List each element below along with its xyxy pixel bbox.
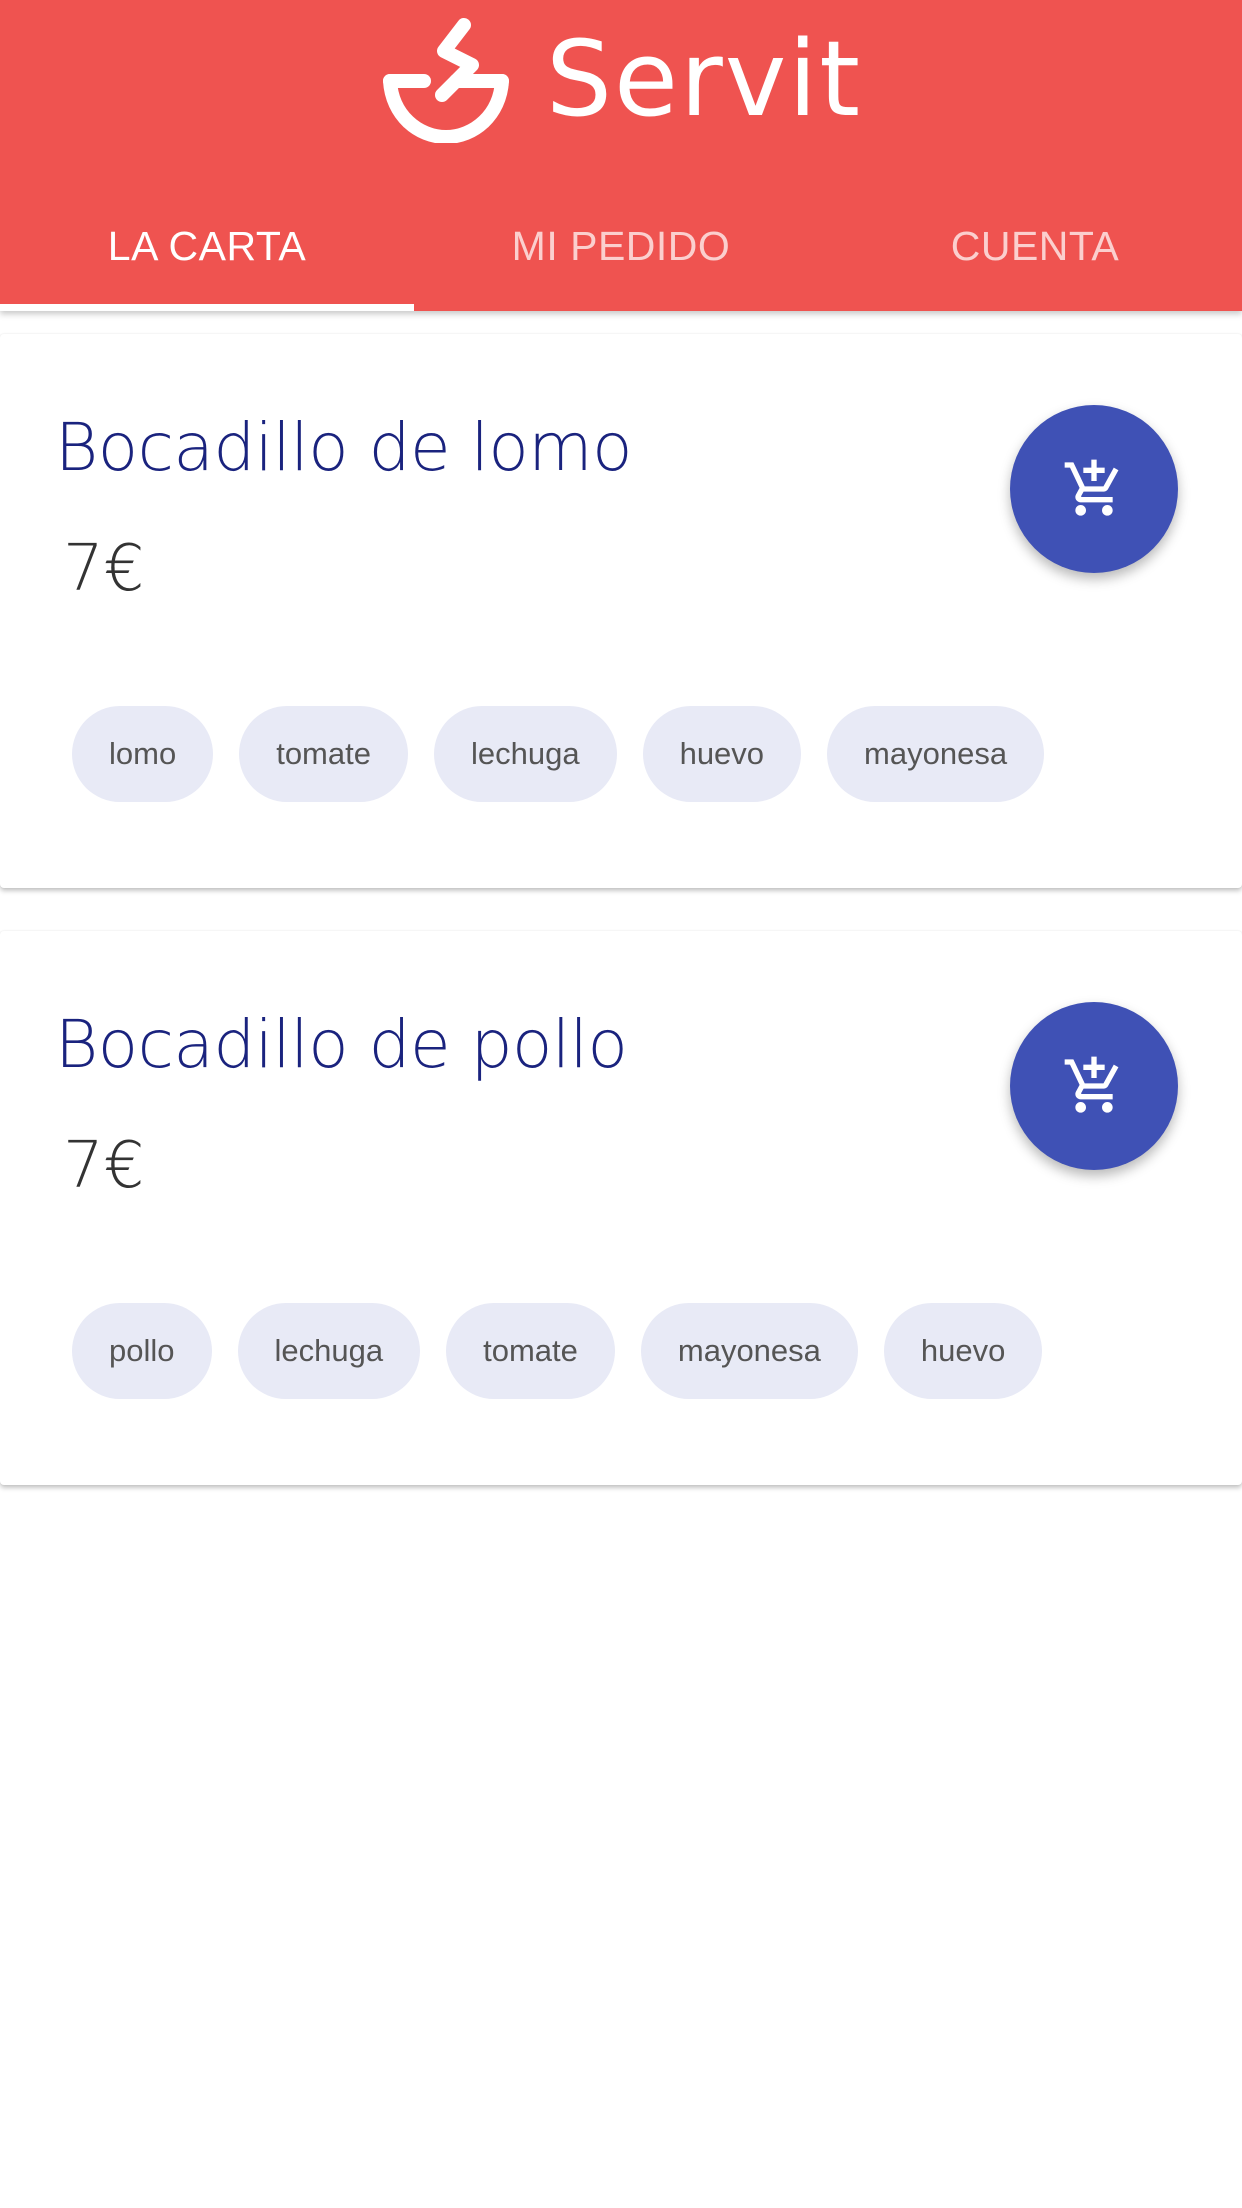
ingredient-chips: lomo tomate lechuga huevo mayonesa bbox=[72, 706, 1045, 802]
app-title: Servit bbox=[546, 18, 862, 140]
item-name: Bocadillo de lomo bbox=[55, 409, 632, 486]
ingredient-chip: pollo bbox=[72, 1303, 212, 1399]
menu-item-card: Bocadillo de lomo 7€ lomo tomate lechuga… bbox=[0, 334, 1242, 888]
ingredient-chip: lechuga bbox=[237, 1303, 421, 1399]
add-to-cart-button[interactable] bbox=[1010, 405, 1178, 573]
brand: Servit bbox=[0, 14, 1242, 144]
tab-bar: LA CARTA MI PEDIDO CUENTA bbox=[0, 190, 1242, 311]
item-price: 7€ bbox=[63, 532, 145, 606]
add-to-cart-button[interactable] bbox=[1010, 1002, 1178, 1170]
ingredient-chip: tomate bbox=[446, 1303, 615, 1399]
ingredient-chip: lechuga bbox=[433, 706, 617, 802]
item-name: Bocadillo de pollo bbox=[55, 1006, 628, 1083]
ingredient-chip: tomate bbox=[239, 706, 408, 802]
tab-label: CUENTA bbox=[950, 223, 1120, 269]
ingredient-chip: huevo bbox=[883, 1303, 1043, 1399]
menu-item-card: Bocadillo de pollo 7€ pollo lechuga toma… bbox=[0, 931, 1242, 1485]
tab-mi-pedido[interactable]: MI PEDIDO bbox=[414, 190, 828, 311]
servit-logo-icon bbox=[383, 18, 509, 143]
ingredient-chip: huevo bbox=[642, 706, 802, 802]
ingredient-chip: mayonesa bbox=[640, 1303, 858, 1399]
active-tab-indicator bbox=[0, 304, 414, 311]
menu-list: Bocadillo de lomo 7€ lomo tomate lechuga… bbox=[0, 334, 1242, 1528]
add-shopping-cart-icon bbox=[1064, 459, 1119, 516]
add-shopping-cart-icon bbox=[1064, 1056, 1119, 1113]
tab-label: LA CARTA bbox=[107, 223, 307, 269]
ingredient-chips: pollo lechuga tomate mayonesa huevo bbox=[72, 1303, 1043, 1399]
tab-cuenta[interactable]: CUENTA bbox=[828, 190, 1242, 311]
tab-la-carta[interactable]: LA CARTA bbox=[0, 190, 414, 311]
ingredient-chip: mayonesa bbox=[827, 706, 1045, 802]
ingredient-chip: lomo bbox=[72, 706, 214, 802]
item-price: 7€ bbox=[63, 1129, 145, 1203]
app-bar: Servit LA CARTA MI PEDIDO CUENTA bbox=[0, 0, 1242, 311]
tab-label: MI PEDIDO bbox=[511, 223, 731, 269]
